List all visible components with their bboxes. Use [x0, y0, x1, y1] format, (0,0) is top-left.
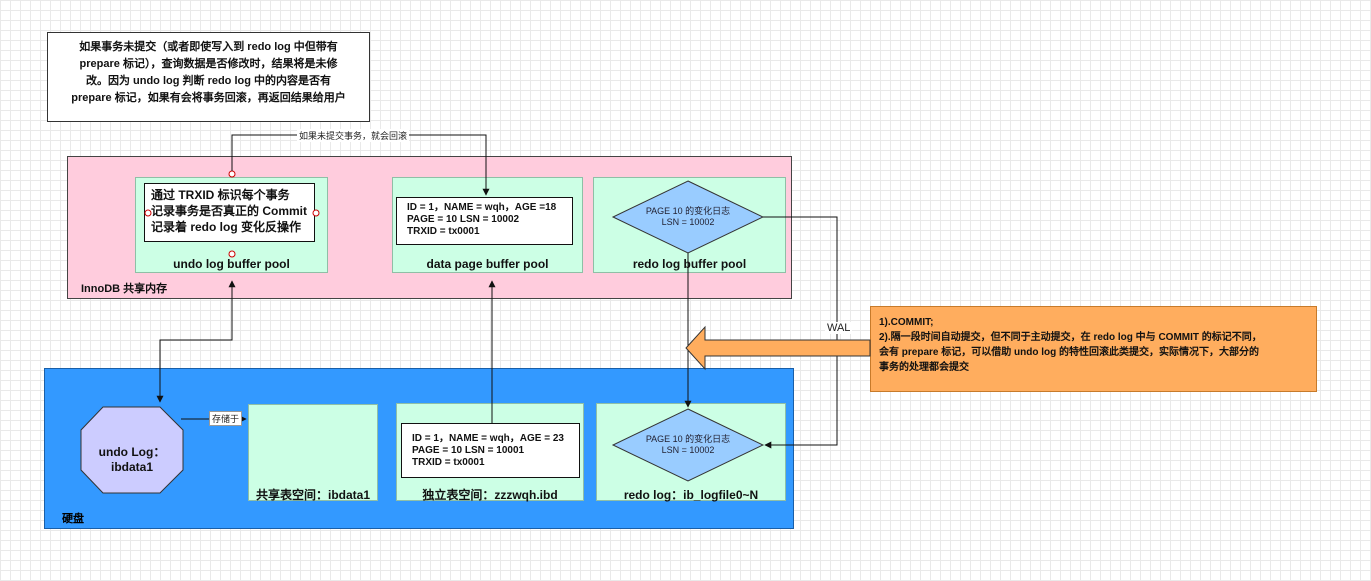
undo-buffer-file-edge [156, 280, 236, 403]
store-in-edge-label: 存储于 [209, 411, 243, 426]
redo-buffer-diamond-text: PAGE 10 的变化日志 LSN = 10002 [645, 206, 731, 227]
rollback-edge-label: 如果未提交事务，就会回滚 [297, 129, 410, 142]
redo-logfile-diamond-text: PAGE 10 的变化日志 LSN = 10002 [645, 434, 731, 455]
connection-point-top [228, 170, 236, 178]
diagram-connectors [80, 134, 871, 494]
undo-log-file-label: undo Log：ibdata1 [98, 445, 166, 474]
connection-point-left [144, 209, 152, 217]
connection-point-right [312, 209, 320, 217]
wal-edge-label: WAL [825, 322, 853, 334]
rollback-edge [231, 134, 490, 196]
connection-point-bottom [228, 250, 236, 258]
